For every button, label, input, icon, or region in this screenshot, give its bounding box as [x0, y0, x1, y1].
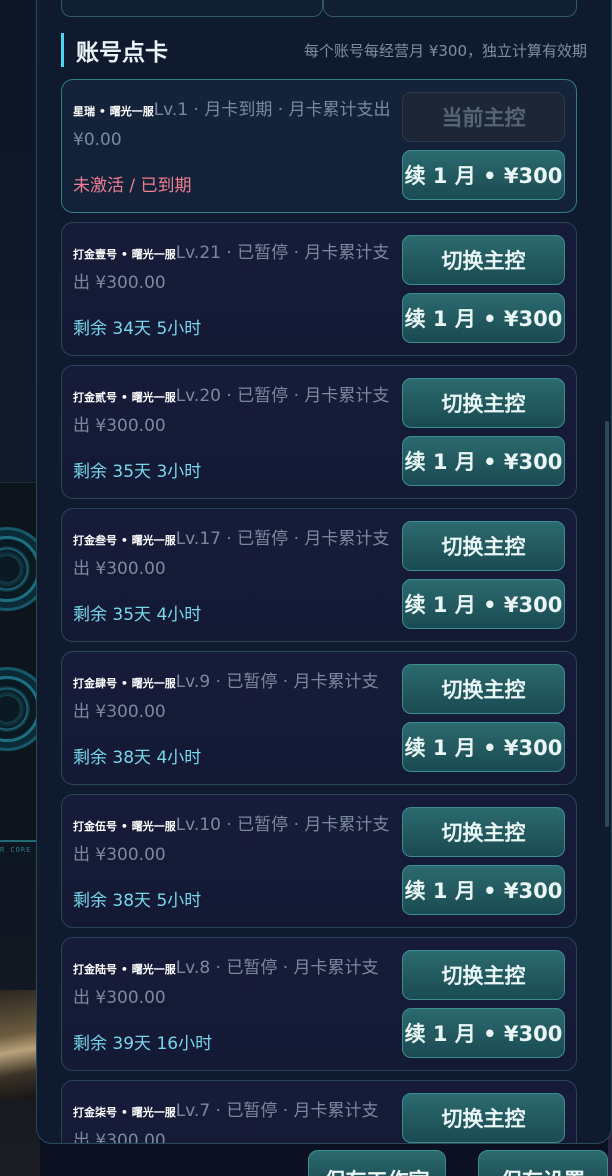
- renew-button[interactable]: 续 1 月 • ¥300: [402, 579, 565, 629]
- switch-master-button[interactable]: 切换主控: [402, 235, 565, 285]
- account-name: 打金肆号 • 曙光一服: [73, 677, 176, 690]
- account-name: 打金陆号 • 曙光一服: [73, 963, 176, 976]
- renew-button[interactable]: 续 1 月 • ¥300: [402, 293, 565, 343]
- account-card: 打金叁号 • 曙光一服Lv.17 · 已暂停 · 月卡累计支出 ¥300.00 …: [61, 508, 577, 642]
- section-title: 账号点卡: [61, 33, 168, 67]
- account-name: 打金伍号 • 曙光一服: [73, 820, 176, 833]
- switch-master-button[interactable]: 切换主控: [402, 664, 565, 714]
- account-card: 打金壹号 • 曙光一服Lv.21 · 已暂停 · 月卡累计支出 ¥300.00 …: [61, 222, 577, 356]
- account-status: 剩余 34天 5小时: [73, 319, 202, 339]
- switch-master-button[interactable]: 切换主控: [402, 521, 565, 571]
- renew-button[interactable]: 续 1 月 • ¥300: [402, 1008, 565, 1058]
- account-status: 剩余 38天 5小时: [73, 891, 202, 911]
- account-info: 打金叁号 • 曙光一服Lv.17 · 已暂停 · 月卡累计支出 ¥300.00: [73, 525, 391, 584]
- account-card: 打金伍号 • 曙光一服Lv.10 · 已暂停 · 月卡累计支出 ¥300.00 …: [61, 794, 577, 928]
- account-info: 打金陆号 • 曙光一服Lv.8 · 已暂停 · 月卡累计支出 ¥300.00: [73, 954, 391, 1013]
- previous-card-stub: [61, 0, 323, 17]
- renew-button[interactable]: 续 1 月 • ¥300: [402, 150, 565, 200]
- section-header: 账号点卡 每个账号每经营月 ¥300，独立计算有效期: [61, 33, 601, 67]
- account-info: 星瑞 • 曙光一服Lv.1 · 月卡到期 · 月卡累计支出 ¥0.00: [73, 96, 391, 155]
- account-name: 星瑞 • 曙光一服: [73, 105, 154, 118]
- account-info: 打金伍号 • 曙光一服Lv.10 · 已暂停 · 月卡累计支出 ¥300.00: [73, 811, 391, 870]
- account-name: 打金叁号 • 曙光一服: [73, 534, 176, 547]
- section-note: 每个账号每经营月 ¥300，独立计算有效期: [304, 41, 587, 60]
- account-status: 剩余 35天 3小时: [73, 462, 202, 482]
- renew-button[interactable]: 续 1 月 • ¥300: [402, 436, 565, 486]
- account-name: 打金柒号 • 曙光一服: [73, 1106, 176, 1119]
- switch-master-button[interactable]: 切换主控: [402, 807, 565, 857]
- account-status: 剩余 38天 4小时: [73, 748, 202, 768]
- core-divider: [0, 840, 40, 842]
- core-label: R CORE: [0, 846, 32, 854]
- switch-master-button[interactable]: 切换主控: [402, 1093, 565, 1143]
- switch-master-button[interactable]: 切换主控: [402, 950, 565, 1000]
- account-info: 打金壹号 • 曙光一服Lv.21 · 已暂停 · 月卡累计支出 ¥300.00: [73, 239, 391, 298]
- account-status: 未激活 / 已到期: [73, 176, 192, 196]
- account-info: 打金贰号 • 曙光一服Lv.20 · 已暂停 · 月卡累计支出 ¥300.00: [73, 382, 391, 441]
- account-card: 打金贰号 • 曙光一服Lv.20 · 已暂停 · 月卡累计支出 ¥300.00 …: [61, 365, 577, 499]
- scrollbar[interactable]: [605, 421, 609, 827]
- save-workshop-button[interactable]: 保存工作室: [308, 1150, 446, 1176]
- account-card: 打金柒号 • 曙光一服Lv.7 · 已暂停 · 月卡累计支出 ¥300.00 切…: [61, 1080, 577, 1143]
- account-card: 星瑞 • 曙光一服Lv.1 · 月卡到期 · 月卡累计支出 ¥0.00 未激活 …: [61, 79, 577, 213]
- account-panel: 账号点卡 每个账号每经营月 ¥300，独立计算有效期 星瑞 • 曙光一服Lv.1…: [36, 0, 612, 1144]
- account-status: 剩余 35天 4小时: [73, 605, 202, 625]
- save-settings-button[interactable]: 保存设置: [478, 1150, 608, 1176]
- previous-card-stub: [323, 0, 577, 17]
- footer-bar: 保存工作室 保存设置: [0, 1146, 612, 1176]
- background-floor: [0, 990, 40, 1100]
- renew-button[interactable]: 续 1 月 • ¥300: [402, 865, 565, 915]
- account-card: 打金肆号 • 曙光一服Lv.9 · 已暂停 · 月卡累计支出 ¥300.00 剩…: [61, 651, 577, 785]
- account-name: 打金壹号 • 曙光一服: [73, 248, 176, 261]
- account-info: 打金柒号 • 曙光一服Lv.7 · 已暂停 · 月卡累计支出 ¥300.00: [73, 1097, 391, 1143]
- current-master-button[interactable]: 当前主控: [402, 92, 565, 142]
- account-info: 打金肆号 • 曙光一服Lv.9 · 已暂停 · 月卡累计支出 ¥300.00: [73, 668, 391, 727]
- switch-master-button[interactable]: 切换主控: [402, 378, 565, 428]
- renew-button[interactable]: 续 1 月 • ¥300: [402, 722, 565, 772]
- account-card: 打金陆号 • 曙光一服Lv.8 · 已暂停 · 月卡累计支出 ¥300.00 剩…: [61, 937, 577, 1071]
- account-status: 剩余 39天 16小时: [73, 1034, 213, 1054]
- account-name: 打金贰号 • 曙光一服: [73, 391, 176, 404]
